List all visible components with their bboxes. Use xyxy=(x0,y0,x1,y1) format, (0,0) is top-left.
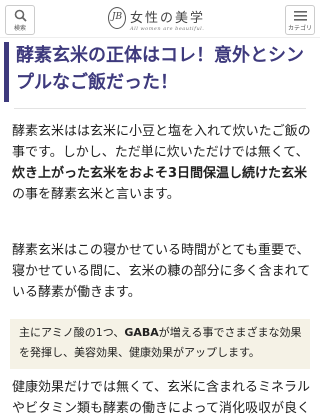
logo-tagline: All women are beautiful. xyxy=(130,26,205,32)
hamburger-menu-icon xyxy=(294,11,307,21)
paragraph-health: 健康効果だけでは無くて、玄米に含まれるミネラルやビタミン類も酵素の働きによって消… xyxy=(12,380,310,416)
highlight-box: 主にアミノ酸の1つ、GABAが増える事でさまざまな効果を発揮し、美容効果、健康効… xyxy=(10,319,310,369)
logo-mark: JB xyxy=(108,7,126,29)
highlight-box-text: 主にアミノ酸の1つ、 xyxy=(19,326,125,339)
title-divider xyxy=(14,108,306,109)
page: 検索 JB 女性の美学 All women are beautiful. カテゴ… xyxy=(0,0,320,420)
highlight-box-bold: GABA xyxy=(124,326,159,339)
category-menu-label: カテゴリ xyxy=(287,25,312,32)
article-title: 酵素玄米の正体はコレ！意外とシン プルなご飯だった！ xyxy=(4,42,308,102)
search-icon xyxy=(14,9,27,22)
paragraph-intro-bold: 炊き上がった玄米をおよそ3日間保温し続けた玄米 xyxy=(12,166,308,181)
paragraph-intro-text: 酵素玄米はは玄米に小豆と塩を入れて炊いたご飯の事です。しかし、ただ単に炊いただけ… xyxy=(12,124,311,160)
article-title-line1: 酵素玄米の正体はコレ！意外とシン xyxy=(16,45,304,66)
search-button-label: 検索 xyxy=(13,25,26,32)
paragraph-intro: 酵素玄米はは玄米に小豆と塩を入れて炊いたご飯の事です。しかし、ただ単に炊いただけ… xyxy=(12,121,312,205)
site-header: 検索 JB 女性の美学 All women are beautiful. カテゴ… xyxy=(0,0,320,38)
paragraph-resting-time: 酵素玄米はこの寝かせている時間がとても重要で、寝かせている間に、玄米の糠の部分に… xyxy=(12,243,311,300)
article-title-line2: プルなご飯だった！ xyxy=(16,72,178,93)
category-menu-button[interactable]: カテゴリ xyxy=(285,5,315,35)
paragraph-intro-tail: の事を酵素玄米と言います。 xyxy=(12,187,180,202)
search-button[interactable]: 検索 xyxy=(5,5,35,35)
logo-name: 女性の美学 xyxy=(130,11,206,26)
site-logo[interactable]: JB 女性の美学 All women are beautiful. xyxy=(108,5,218,35)
